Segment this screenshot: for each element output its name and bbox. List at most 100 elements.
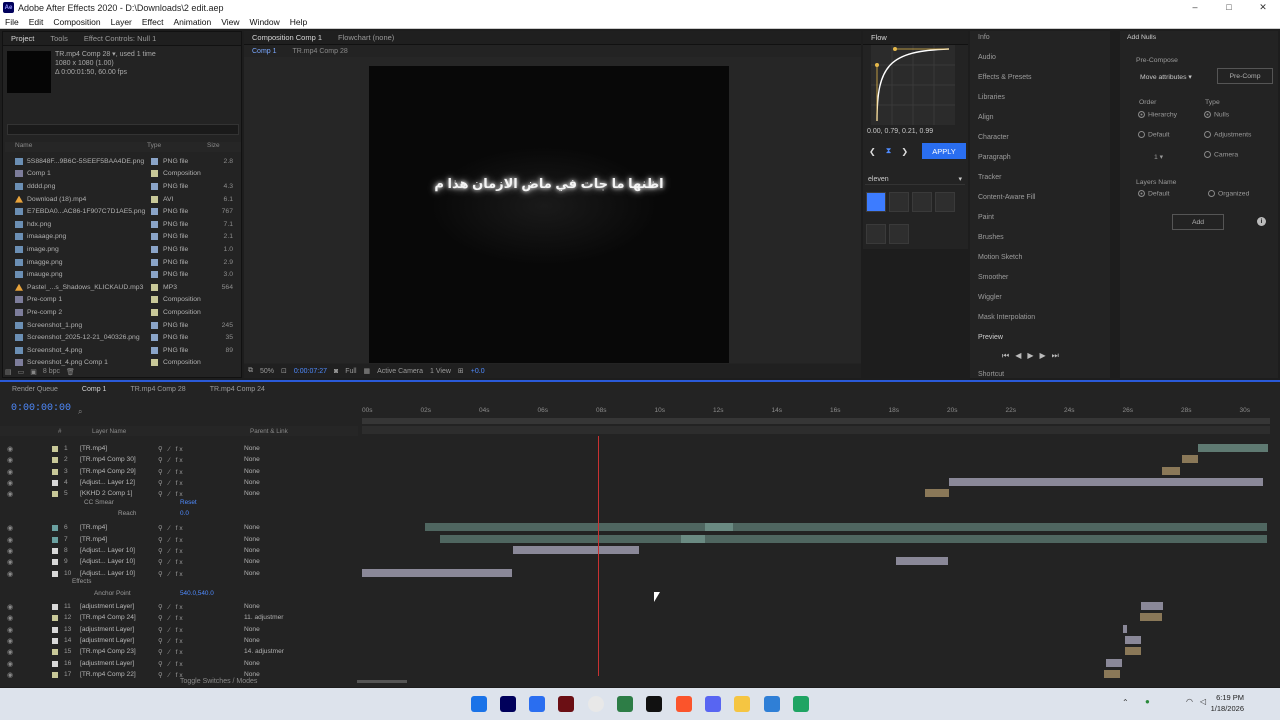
project-item[interactable]: Download (18).mp4 AVI 6.1 — [5, 193, 241, 206]
panel-content-aware-fill[interactable]: Content-Aware Fill — [978, 194, 1035, 201]
zoom-select[interactable]: 50% — [260, 368, 274, 375]
parent-link-select[interactable]: None — [244, 637, 296, 644]
parent-link-select[interactable]: None — [244, 626, 296, 633]
layer-name[interactable]: [KKHD 2 Comp 1] — [80, 490, 158, 497]
info-icon[interactable]: i — [1257, 217, 1266, 226]
visibility-eye-icon[interactable]: ◉ — [0, 479, 20, 487]
panel-wiggler[interactable]: Wiggler — [978, 294, 1002, 301]
tab-tr-comp-24[interactable]: TR.mp4 Comp 24 — [198, 386, 277, 393]
label-color-swatch[interactable] — [151, 296, 158, 304]
ease-preset-1[interactable] — [866, 192, 886, 212]
panel-libraries[interactable]: Libraries — [978, 94, 1005, 101]
count-select[interactable]: 1 ▾ — [1154, 153, 1163, 161]
layer-switches[interactable]: ⚲ ∕ fx — [158, 660, 244, 668]
parent-link-select[interactable]: None — [244, 570, 296, 577]
project-item[interactable]: imauge.png PNG file 3.0 — [5, 268, 241, 281]
flow-next-icon[interactable]: ❯ — [901, 147, 908, 156]
volume-icon[interactable]: ◁ — [1200, 697, 1206, 706]
parent-link-select[interactable]: None — [244, 524, 296, 531]
flow-preset-select[interactable]: eleven ▾ — [865, 174, 965, 185]
visibility-eye-icon[interactable]: ◉ — [0, 468, 20, 476]
tab-flowchart[interactable]: Flowchart (none) — [330, 33, 402, 42]
panel-tracker[interactable]: Tracker — [978, 174, 1001, 181]
project-item[interactable]: 5S8848F...9B6C-5SEEF5BAA4DE.png PNG file 2… — [5, 155, 241, 168]
layer-label-color[interactable] — [52, 671, 58, 678]
layer-label-color[interactable] — [52, 570, 58, 577]
visibility-eye-icon[interactable]: ◉ — [0, 671, 20, 679]
project-item[interactable]: Screenshot_2025-12-21_040326.png PNG file… — [5, 331, 241, 344]
layer-switches[interactable]: ⚲ ∕ fx — [158, 558, 244, 566]
label-color-swatch[interactable] — [151, 245, 158, 253]
tab-tools[interactable]: Tools — [42, 34, 76, 43]
layer-bar[interactable] — [513, 546, 639, 554]
flow-curve-graph[interactable] — [871, 45, 955, 125]
layer-bar[interactable] — [1162, 467, 1180, 475]
project-item[interactable]: Screenshot_4.png Comp 1 Composition — [5, 357, 241, 370]
layer-name[interactable]: [TR.mp4 Comp 23] — [80, 648, 158, 655]
ease-preset-6[interactable] — [889, 224, 909, 244]
visibility-eye-icon[interactable]: ◉ — [0, 614, 20, 622]
label-color-swatch[interactable] — [151, 208, 158, 216]
visibility-eye-icon[interactable]: ◉ — [0, 660, 20, 668]
layer-name[interactable]: [TR.mp4 Comp 30] — [80, 456, 158, 463]
layer-bar[interactable] — [1123, 625, 1127, 633]
layer-switches[interactable]: ⚲ ∕ fx — [158, 570, 244, 578]
layer-bar[interactable] — [1125, 636, 1141, 644]
layer-row[interactable]: ◉ 5 [KKHD 2 Comp 1] ⚲ ∕ fx None — [0, 488, 358, 499]
project-search-input[interactable] — [7, 124, 239, 135]
layer-row[interactable]: ◉ 16 [adjustment Layer] ⚲ ∕ fx None — [0, 658, 358, 669]
parent-link-select[interactable]: None — [244, 468, 296, 475]
layer-bar[interactable] — [1182, 455, 1198, 463]
play-icon[interactable]: ▶ — [1027, 351, 1039, 360]
project-item[interactable]: E7EBDA0...AC86-1F907C7D1AE5.png PNG file 7… — [5, 205, 241, 218]
layer-name[interactable]: [TR.mp4] — [80, 445, 158, 452]
layer-name[interactable]: [adjustment Layer] — [80, 637, 158, 644]
layer-switches[interactable]: ⚲ ∕ fx — [158, 524, 244, 532]
subtab-tr-comp-28[interactable]: TR.mp4 Comp 28 — [285, 48, 356, 55]
layer-switches[interactable]: ⚲ ∕ fx — [158, 479, 244, 487]
tab-comp-1[interactable]: Comp 1 — [70, 386, 119, 393]
project-item[interactable]: dddd.png PNG file 4.3 — [5, 180, 241, 193]
excel-icon[interactable] — [617, 696, 633, 712]
photos-icon[interactable] — [764, 696, 780, 712]
layer-switches[interactable]: ⚲ ∕ fx — [158, 648, 244, 656]
current-timecode[interactable]: 0:00:07:27 — [294, 368, 327, 375]
panel-character[interactable]: Character — [978, 134, 1009, 141]
label-color-swatch[interactable] — [151, 334, 158, 342]
layer-row[interactable]: ◉ 12 [TR.mp4 Comp 24] ⚲ ∕ fx 11. adjustmer — [0, 612, 358, 623]
layer-row[interactable]: ◉ 15 [TR.mp4 Comp 23] ⚲ ∕ fx 14. adjustmer — [0, 646, 358, 657]
after-effects-taskbar-icon[interactable] — [500, 696, 516, 712]
panel-info[interactable]: Info — [978, 34, 990, 41]
project-item[interactable]: Pre-comp 2 Composition — [5, 306, 241, 319]
radio-nulls[interactable]: Nulls — [1204, 111, 1229, 118]
layer-row[interactable]: ◉ 4 [Adjust... Layer 12] ⚲ ∕ fx None — [0, 477, 358, 488]
layer-bar[interactable] — [925, 489, 949, 497]
label-color-swatch[interactable] — [151, 258, 158, 266]
layer-name[interactable]: [Adjust... Layer 12] — [80, 479, 158, 486]
snapshot-icon[interactable]: ⧉ — [248, 367, 253, 375]
label-color-swatch[interactable] — [151, 308, 158, 316]
parent-link-select[interactable]: None — [244, 490, 296, 497]
panel-preview[interactable]: Preview — [978, 334, 1003, 341]
flow-prev-icon[interactable]: ❮ — [869, 147, 876, 156]
grid-icon[interactable]: ⊞ — [458, 367, 464, 375]
visibility-eye-icon[interactable]: ◉ — [0, 570, 20, 578]
label-color-swatch[interactable] — [151, 271, 158, 279]
layer-switches[interactable]: ⚲ ∕ fx — [158, 445, 244, 453]
radio-hierarchy[interactable]: Hierarchy — [1138, 111, 1177, 118]
layer-label-color[interactable] — [52, 445, 58, 452]
layer-row[interactable]: ◉ 3 [TR.mp4 Comp 29] ⚲ ∕ fx None — [0, 466, 358, 477]
panel-mask-interpolation[interactable]: Mask Interpolation — [978, 314, 1035, 321]
layer-name[interactable]: [adjustment Layer] — [80, 603, 158, 610]
playhead-line[interactable] — [598, 436, 599, 676]
maximize-button[interactable]: □ — [1212, 0, 1246, 15]
layer-label-color[interactable] — [52, 603, 58, 610]
layer-label-color[interactable] — [52, 637, 58, 644]
visibility-eye-icon[interactable]: ◉ — [0, 490, 20, 498]
layer-name[interactable]: [TR.mp4 Comp 24] — [80, 614, 158, 621]
layer-label-color[interactable] — [52, 547, 58, 554]
property-anchor-value[interactable]: 540.0,540.0 — [180, 590, 214, 597]
parent-link-select[interactable]: None — [244, 479, 296, 486]
tab-render-queue[interactable]: Render Queue — [0, 386, 70, 393]
layer-label-color[interactable] — [52, 479, 58, 486]
